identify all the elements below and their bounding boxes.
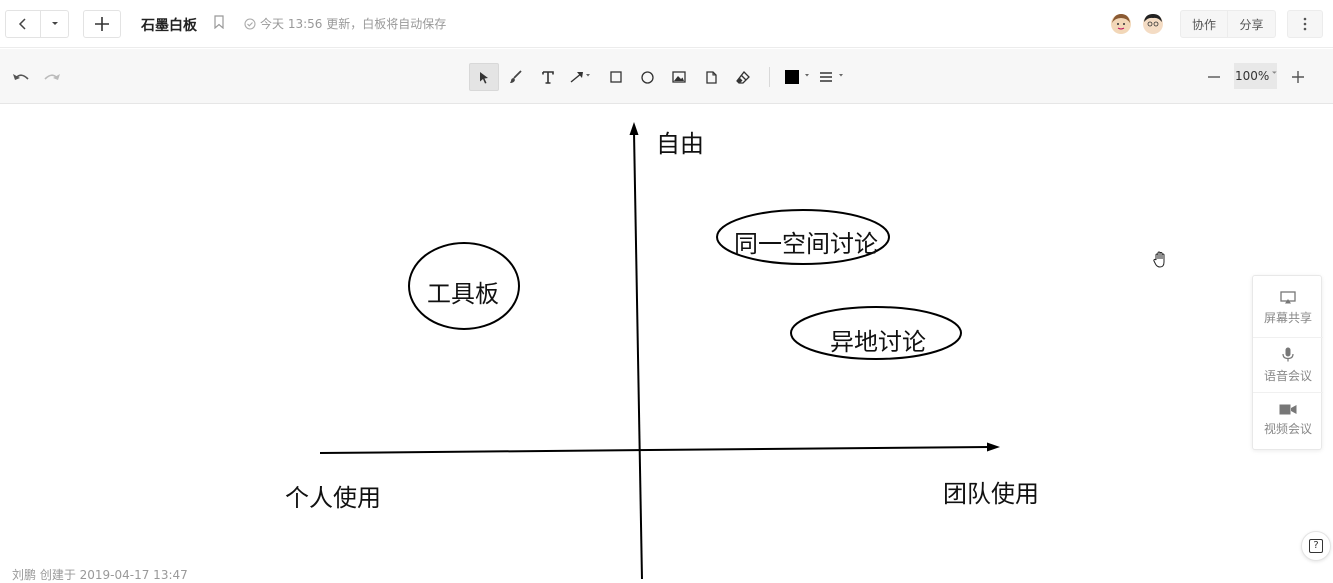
help-icon: ?: [1309, 539, 1323, 553]
file-icon: [705, 70, 717, 84]
caret-down-icon: [1272, 71, 1277, 74]
collaborate-button[interactable]: 协作: [1180, 10, 1228, 38]
eraser-tool[interactable]: [728, 63, 758, 91]
undo-button[interactable]: [6, 63, 36, 91]
screen-share-label: 屏幕共享: [1263, 310, 1312, 325]
check-circle-icon: [244, 17, 256, 30]
page-title: 石墨白板: [141, 18, 197, 34]
label-personal-use[interactable]: 个人使用: [285, 478, 381, 513]
whiteboard-drawing: [319, 122, 1000, 579]
meeting-panel: 屏幕共享 语音会议 视频会议: [1252, 275, 1323, 450]
toolbar-divider: [769, 67, 770, 87]
video-meeting-label: 视频会议: [1263, 422, 1312, 436]
color-swatch-icon: [785, 70, 809, 84]
label-remote-discussion[interactable]: 异地讨论: [830, 322, 926, 357]
top-bar: 石墨白板 今天 13:56 更新，白板将自动保存 协作 分享: [0, 0, 1333, 48]
screen-share-icon: [1280, 290, 1296, 303]
avatar[interactable]: [1110, 13, 1132, 35]
brush-icon: [510, 70, 522, 83]
video-camera-icon: [1279, 404, 1297, 415]
caret-down-icon: [51, 22, 58, 25]
voice-meeting-button[interactable]: 语音会议: [1253, 337, 1323, 393]
rectangle-icon: [610, 71, 622, 83]
arrow-tool[interactable]: [565, 63, 595, 91]
more-menu-button[interactable]: [1287, 10, 1323, 38]
rectangle-tool[interactable]: [601, 63, 631, 91]
whiteboard-canvas[interactable]: 自由 个人使用 团队使用 工具板 同一空间讨论 异地讨论: [0, 104, 1333, 579]
redo-button[interactable]: [37, 63, 67, 91]
image-tool[interactable]: [664, 63, 694, 91]
arrow-icon: [570, 72, 590, 83]
line-weight-icon: [820, 72, 843, 82]
avatar[interactable]: [1142, 13, 1164, 35]
select-tool[interactable]: [469, 63, 499, 91]
minus-icon: [1208, 76, 1220, 78]
zoom-in-button[interactable]: [1283, 63, 1313, 91]
hand-cursor-icon: [1153, 251, 1165, 268]
pen-tool[interactable]: [501, 63, 531, 91]
created-by-note: 刘鹏 创建于 2019-04-17 13:47: [12, 568, 188, 582]
help-button[interactable]: ?: [1301, 531, 1331, 561]
image-icon: [672, 71, 686, 83]
stroke-width-picker[interactable]: [816, 63, 846, 91]
toolbar: 100%: [0, 49, 1333, 104]
label-freedom[interactable]: 自由: [656, 124, 704, 159]
chevron-left-icon: [18, 18, 26, 30]
redo-icon: [44, 74, 60, 80]
circle-icon: [640, 70, 654, 84]
back-button[interactable]: [5, 10, 41, 38]
eraser-icon: [736, 70, 750, 84]
y-axis-arrowhead: [629, 122, 639, 135]
save-status-text: 今天 13:56 更新，白板将自动保存: [260, 17, 447, 31]
file-tool[interactable]: [696, 63, 726, 91]
microphone-icon: [1282, 347, 1294, 362]
x-axis-arrowhead: [987, 442, 1000, 452]
color-picker[interactable]: [782, 63, 812, 91]
more-vertical-icon: [1303, 17, 1307, 31]
zoom-level: 100%: [1235, 69, 1270, 83]
plus-icon: [95, 17, 109, 31]
label-team-use[interactable]: 团队使用: [943, 474, 1039, 509]
cursor-icon: [480, 71, 488, 83]
screen-share-button[interactable]: 屏幕共享: [1253, 280, 1323, 336]
y-axis-line: [633, 131, 643, 579]
voice-meeting-label: 语音会议: [1263, 369, 1312, 383]
text-icon: [542, 70, 554, 84]
text-tool[interactable]: [533, 63, 563, 91]
zoom-level-select[interactable]: 100%: [1234, 63, 1277, 89]
undo-icon: [13, 74, 29, 80]
label-same-space-discussion[interactable]: 同一空间讨论: [734, 224, 878, 259]
label-toolboard[interactable]: 工具板: [427, 274, 499, 309]
bookmark-icon[interactable]: [214, 15, 224, 29]
zoom-out-button[interactable]: [1199, 63, 1229, 91]
new-button[interactable]: [83, 10, 121, 38]
x-axis-line: [319, 446, 991, 454]
ellipse-tool[interactable]: [632, 63, 662, 91]
plus-icon: [1292, 71, 1304, 83]
share-button[interactable]: 分享: [1228, 10, 1276, 38]
history-dropdown-button[interactable]: [41, 10, 69, 38]
video-meeting-button[interactable]: 视频会议: [1253, 392, 1323, 448]
save-status: 今天 13:56 更新，白板将自动保存: [244, 15, 446, 32]
